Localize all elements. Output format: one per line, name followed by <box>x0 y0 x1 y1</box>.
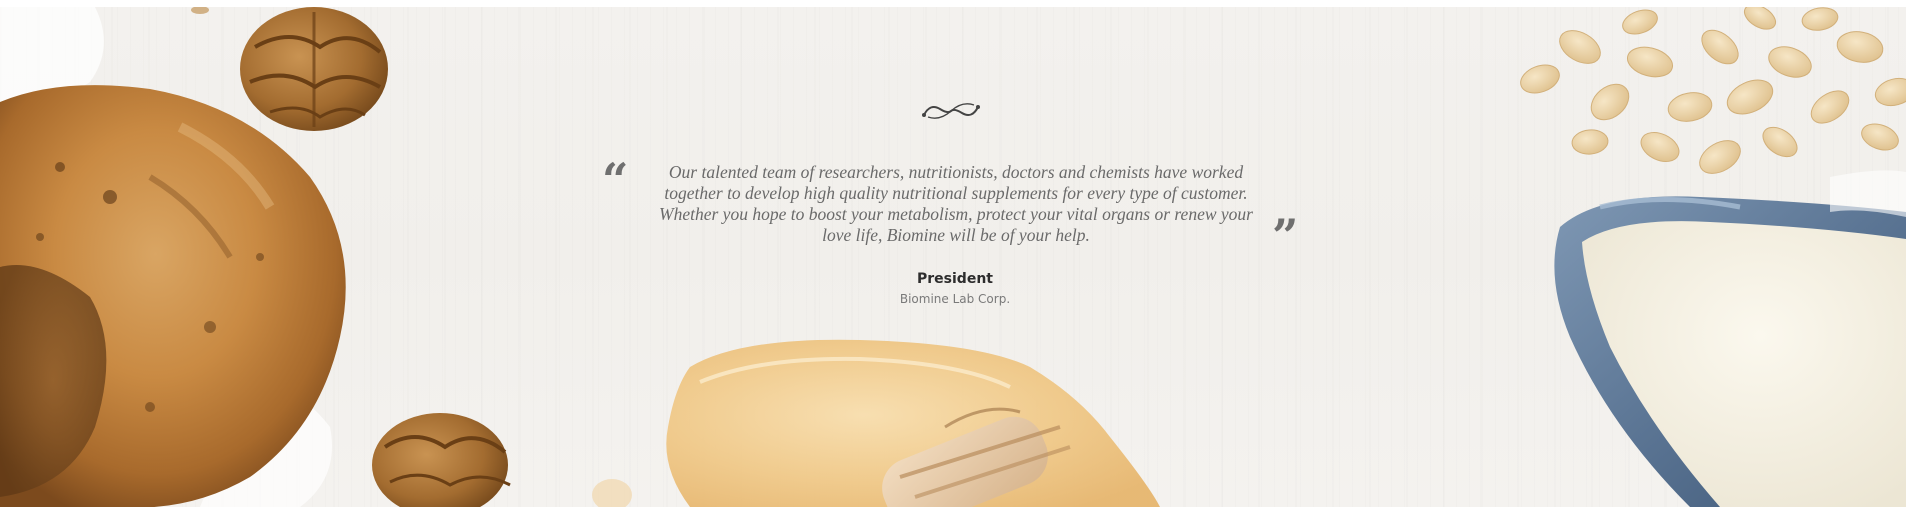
flourish-divider-icon <box>922 103 980 119</box>
author-title: President <box>917 271 993 287</box>
testimonial: “ Our talented team of researchers, nutr… <box>590 7 1320 507</box>
testimonial-quote: Our talented team of researchers, nutrit… <box>659 162 1253 245</box>
bottom-strip <box>0 507 1906 513</box>
author-company: Biomine Lab Corp. <box>899 292 1011 306</box>
testimonial-banner: “ Our talented team of researchers, nutr… <box>0 7 1906 507</box>
close-quote-icon: ” <box>1272 209 1299 263</box>
open-quote-icon: “ <box>602 153 629 207</box>
page: “ Our talented team of researchers, nutr… <box>0 0 1906 513</box>
